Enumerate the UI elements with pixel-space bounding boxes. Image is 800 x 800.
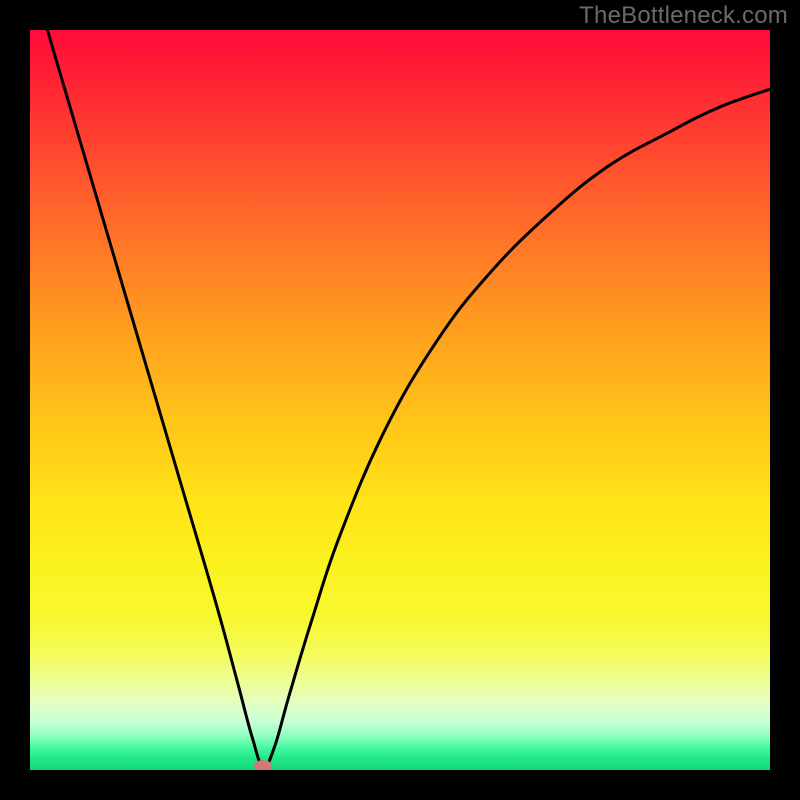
plot-area: [30, 30, 770, 770]
chart-container: TheBottleneck.com: [0, 0, 800, 800]
bottleneck-curve: [30, 30, 770, 770]
minimum-marker: [254, 760, 272, 770]
watermark-text: TheBottleneck.com: [579, 2, 788, 30]
